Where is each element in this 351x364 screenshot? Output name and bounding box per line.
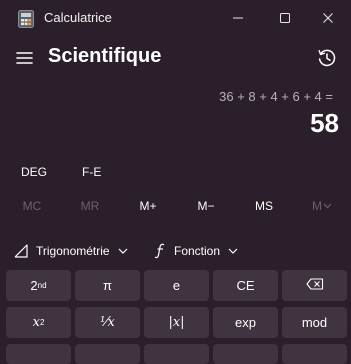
square-button[interactable]: x2 xyxy=(6,307,71,338)
memory-row: MC MR M+ M− MS M xyxy=(0,193,351,219)
keypad-row3-key[interactable] xyxy=(144,344,209,364)
close-icon xyxy=(322,12,334,24)
function-label: Fonction xyxy=(174,244,221,258)
chevron-down-icon xyxy=(228,248,238,254)
ce-button[interactable]: CE xyxy=(213,270,278,301)
result-display: 58 xyxy=(310,108,339,138)
chevron-down-icon xyxy=(323,203,332,209)
keypad-row3-key[interactable] xyxy=(6,344,71,364)
mode-title: Scientifique xyxy=(48,45,162,67)
minimize-icon xyxy=(232,12,244,24)
backspace-icon xyxy=(305,278,324,293)
trigonometry-dropdown[interactable]: Trigonométrie xyxy=(14,236,128,266)
triangle-icon xyxy=(14,244,28,258)
square-label: x xyxy=(32,315,40,330)
expression-display: 36 + 8 + 4 + 6 + 4 = xyxy=(219,89,333,104)
chevron-down-icon xyxy=(118,248,128,254)
keypad-row3-key[interactable] xyxy=(282,344,347,364)
function-dropdown[interactable]: Fonction xyxy=(154,236,238,266)
e-button[interactable]: e xyxy=(144,270,209,301)
trigonometry-label: Trigonométrie xyxy=(36,244,110,258)
angle-row: DEG F-E xyxy=(0,160,351,184)
keypad-row3-key[interactable] xyxy=(213,344,278,364)
exp-button[interactable]: exp xyxy=(213,307,278,338)
deg-button[interactable]: DEG xyxy=(21,165,47,179)
close-button[interactable] xyxy=(305,4,351,32)
header: Scientifique xyxy=(0,38,351,78)
mc-button[interactable]: MC xyxy=(4,193,60,219)
second-superscript: nd xyxy=(37,281,47,290)
function-icon xyxy=(154,243,166,259)
calculator-icon xyxy=(18,10,34,28)
ms-button[interactable]: MS xyxy=(236,193,292,219)
maximize-button[interactable] xyxy=(262,4,308,32)
mr-button[interactable]: MR xyxy=(62,193,118,219)
mminus-button[interactable]: M− xyxy=(178,193,234,219)
second-button[interactable]: 2nd xyxy=(6,270,71,301)
keypad-row3-key[interactable] xyxy=(75,344,140,364)
maximize-icon xyxy=(279,12,291,24)
memory-list-button[interactable]: M xyxy=(294,193,350,219)
function-row: Trigonométrie Fonction xyxy=(0,236,351,266)
mplus-button[interactable]: M+ xyxy=(120,193,176,219)
square-superscript: 2 xyxy=(39,318,45,327)
pi-button[interactable]: π xyxy=(75,270,140,301)
title-bar: Calculatrice xyxy=(0,0,351,36)
memory-list-label: M xyxy=(312,199,322,213)
history-icon[interactable] xyxy=(315,46,339,70)
mod-button[interactable]: mod xyxy=(282,307,347,338)
minimize-button[interactable] xyxy=(215,4,261,32)
window-title: Calculatrice xyxy=(44,10,112,25)
second-label: 2 xyxy=(30,278,38,293)
hamburger-icon[interactable] xyxy=(14,48,36,68)
backspace-button[interactable] xyxy=(282,270,347,301)
fe-button[interactable]: F-E xyxy=(82,165,101,179)
abs-button[interactable]: |x| xyxy=(144,307,209,338)
reciprocal-button[interactable]: ⅟x xyxy=(75,307,140,338)
